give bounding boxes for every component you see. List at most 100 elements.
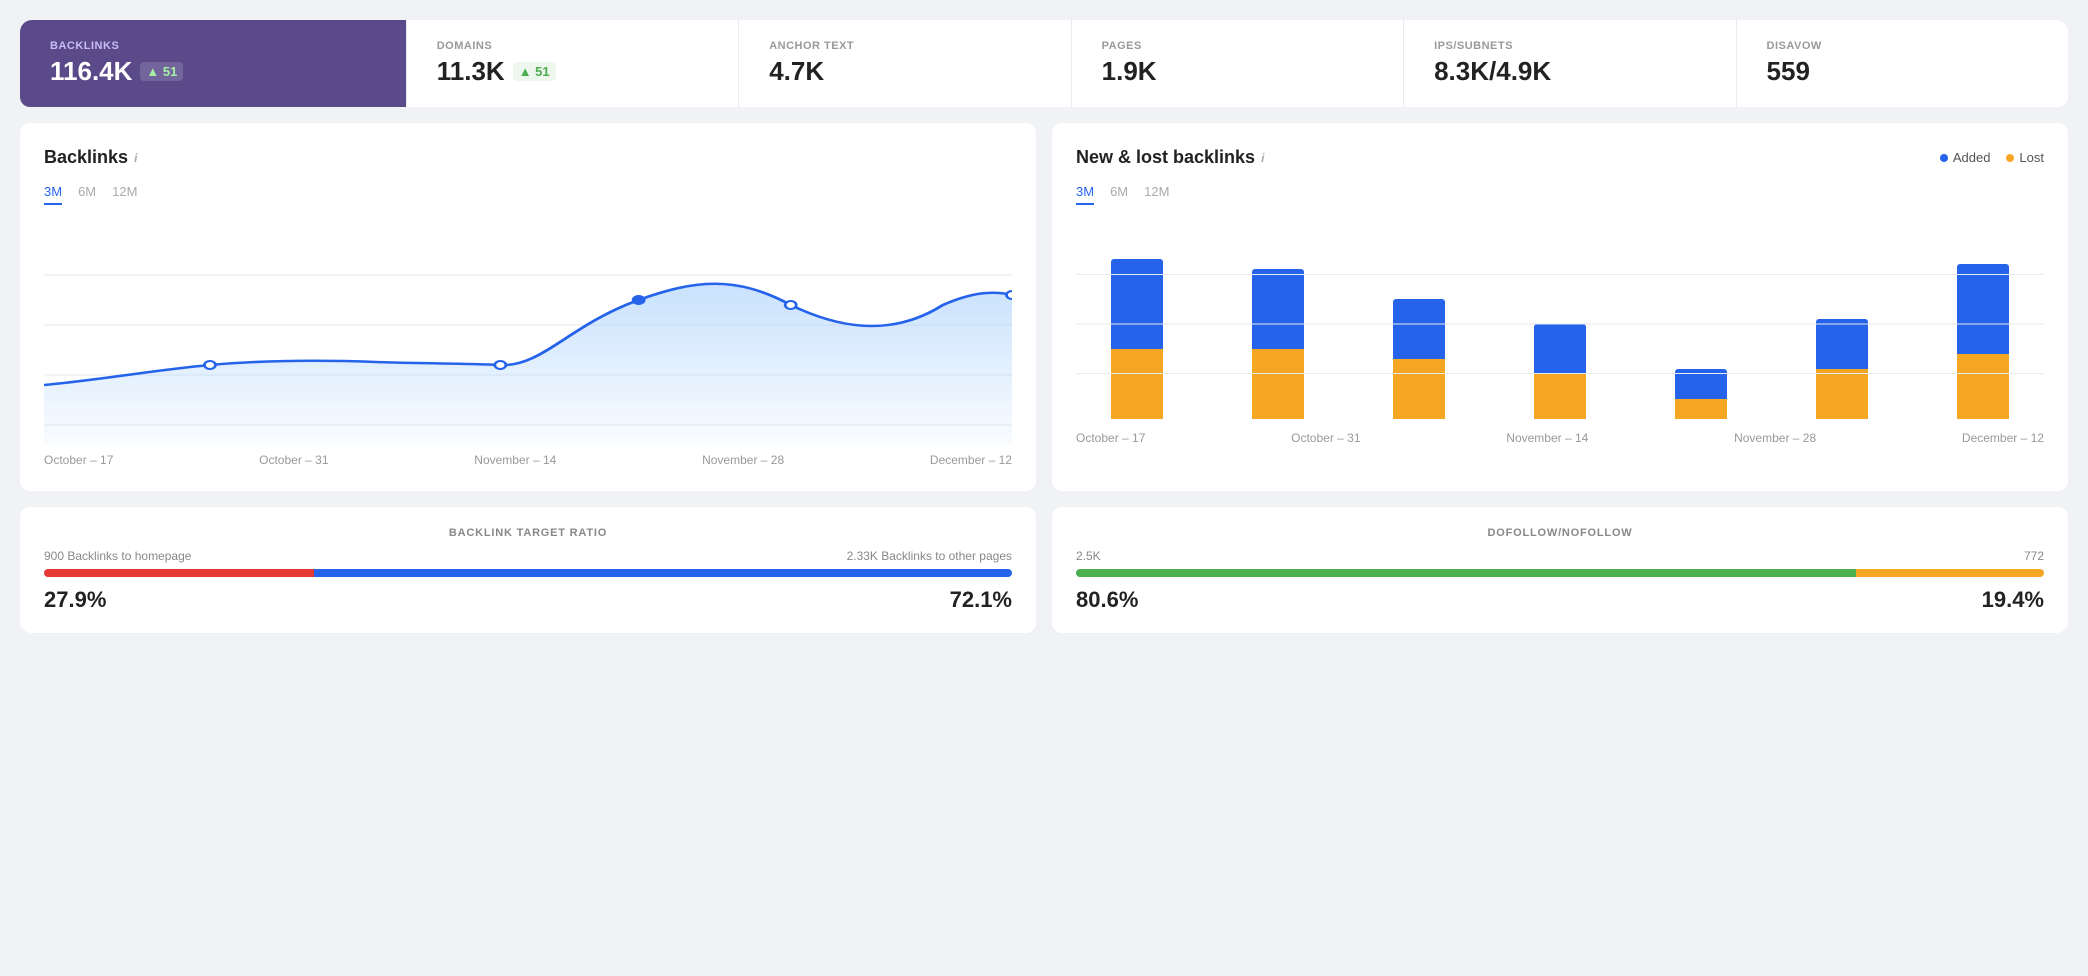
new-lost-chart-title: New & lost backlinks i: [1076, 147, 1264, 168]
legend-dot-added: [1940, 154, 1948, 162]
bar-stacked-5: [1675, 369, 1727, 419]
stat-label-anchor: ANCHOR TEXT: [769, 40, 1040, 52]
bottom-row: BACKLINK TARGET RATIO 900 Backlinks to h…: [20, 507, 2068, 633]
stat-label-domains: DOMAINS: [437, 40, 708, 52]
dashboard: BACKLINKS 116.4K ▲ 51 DOMAINS 11.3K ▲ 51…: [20, 20, 2068, 633]
bar-chart-container: October – 17 October – 31 November – 14 …: [1076, 225, 2044, 445]
bar-x-label-5: December – 12: [1962, 431, 2044, 445]
bar-stacked-7: [1957, 264, 2009, 419]
new-lost-time-tabs: 3M 6M 12M: [1076, 184, 2044, 205]
tab-12m-new-lost[interactable]: 12M: [1144, 184, 1169, 205]
stat-badge-backlinks: ▲ 51: [140, 62, 183, 81]
legend-label-lost: Lost: [2019, 150, 2044, 165]
bar-yellow-6: [1816, 369, 1868, 419]
dofollow-right-value: 19.4%: [1982, 587, 2044, 613]
dofollow-title: DOFOLLOW/NOFOLLOW: [1076, 527, 2044, 539]
bar-group-3: [1358, 299, 1481, 419]
stat-value-ips: 8.3K/4.9K: [1434, 56, 1705, 87]
stat-badge-domains: ▲ 51: [513, 62, 556, 81]
bar-yellow-4: [1534, 374, 1586, 419]
new-lost-info-icon[interactable]: i: [1261, 151, 1264, 165]
stat-ips: IPS/SUBNETS 8.3K/4.9K: [1404, 20, 1736, 107]
dofollow-bar: [1076, 569, 2044, 577]
dofollow-green-segment: [1076, 569, 1856, 577]
bar-blue-3: [1393, 299, 1445, 359]
dofollow-right-label: 772: [2024, 549, 2044, 563]
backlinks-chart-header: Backlinks i: [44, 147, 1012, 168]
dofollow-labels: 2.5K 772: [1076, 549, 2044, 563]
x-label-1: October – 17: [44, 453, 113, 467]
tab-12m-backlinks[interactable]: 12M: [112, 184, 137, 205]
line-chart-x-labels: October – 17 October – 31 November – 14 …: [44, 453, 1012, 467]
bar-blue-4: [1534, 324, 1586, 374]
bar-stacked-6: [1816, 319, 1868, 419]
stat-value-anchor: 4.7K: [769, 56, 1040, 87]
backlinks-chart-card: Backlinks i 3M 6M 12M: [20, 123, 1036, 491]
tab-3m-new-lost[interactable]: 3M: [1076, 184, 1094, 205]
backlinks-time-tabs: 3M 6M 12M: [44, 184, 1012, 205]
bar-yellow-1: [1111, 349, 1163, 419]
bar-blue-5: [1675, 369, 1727, 399]
ratio-left-label: 900 Backlinks to homepage: [44, 549, 191, 563]
bar-group-2: [1217, 269, 1340, 419]
bar-yellow-5: [1675, 399, 1727, 419]
backlinks-chart-title: Backlinks i: [44, 147, 137, 168]
backlink-ratio-values: 27.9% 72.1%: [44, 587, 1012, 613]
stat-label-pages: PAGES: [1102, 40, 1373, 52]
ratio-right-label: 2.33K Backlinks to other pages: [847, 549, 1012, 563]
data-point-peak: [632, 295, 646, 305]
bar-x-label-4: November – 28: [1734, 431, 1816, 445]
bar-stacked-2: [1252, 269, 1304, 419]
bar-group-7: [1921, 264, 2044, 419]
bar-blue-1: [1111, 259, 1163, 349]
x-label-3: November – 14: [474, 453, 556, 467]
bar-group-1: [1076, 259, 1199, 419]
ratio-left-value: 27.9%: [44, 587, 106, 613]
stat-label-disavow: DISAVOW: [1767, 40, 2038, 52]
area-fill: [44, 284, 1012, 445]
x-label-4: November – 28: [702, 453, 784, 467]
bar-yellow-3: [1393, 359, 1445, 419]
backlink-ratio-bar: [44, 569, 1012, 577]
backlink-ratio-card: BACKLINK TARGET RATIO 900 Backlinks to h…: [20, 507, 1036, 633]
bar-x-label-2: October – 31: [1291, 431, 1360, 445]
stat-label-backlinks: BACKLINKS: [50, 40, 376, 52]
stat-value-disavow: 559: [1767, 56, 2038, 87]
tab-6m-new-lost[interactable]: 6M: [1110, 184, 1128, 205]
dofollow-left-value: 80.6%: [1076, 587, 1138, 613]
stat-value-backlinks: 116.4K ▲ 51: [50, 56, 376, 87]
bar-blue-6: [1816, 319, 1868, 369]
legend: Added Lost: [1940, 150, 2044, 165]
tab-3m-backlinks[interactable]: 3M: [44, 184, 62, 205]
stat-anchor-text: ANCHOR TEXT 4.7K: [739, 20, 1071, 107]
new-lost-chart-card: New & lost backlinks i Added Lost 3M 6M: [1052, 123, 2068, 491]
tab-6m-backlinks[interactable]: 6M: [78, 184, 96, 205]
backlinks-info-icon[interactable]: i: [134, 151, 137, 165]
bar-chart-x-labels: October – 17 October – 31 November – 14 …: [1076, 431, 2044, 445]
dofollow-values: 80.6% 19.4%: [1076, 587, 2044, 613]
data-point: [204, 361, 215, 369]
line-chart-container: [44, 225, 1012, 445]
bar-group-5: [1639, 369, 1762, 419]
stat-pages: PAGES 1.9K: [1072, 20, 1404, 107]
stat-label-ips: IPS/SUBNETS: [1434, 40, 1705, 52]
stat-disavow: DISAVOW 559: [1737, 20, 2068, 107]
new-lost-chart-header: New & lost backlinks i Added Lost: [1076, 147, 2044, 168]
dofollow-left-label: 2.5K: [1076, 549, 1101, 563]
ratio-blue-segment: [314, 569, 1012, 577]
data-point: [495, 361, 506, 369]
backlink-ratio-labels: 900 Backlinks to homepage 2.33K Backlink…: [44, 549, 1012, 563]
dofollow-orange-segment: [1856, 569, 2044, 577]
legend-label-added: Added: [1953, 150, 1991, 165]
ratio-red-segment: [44, 569, 314, 577]
data-point: [1006, 291, 1012, 299]
bar-yellow-2: [1252, 349, 1304, 419]
bar-blue-7: [1957, 264, 2009, 354]
bar-stacked-4: [1534, 324, 1586, 419]
x-label-2: October – 31: [259, 453, 328, 467]
bar-stacked-1: [1111, 259, 1163, 419]
ratio-right-value: 72.1%: [950, 587, 1012, 613]
line-chart-svg: [44, 225, 1012, 445]
bar-stacked-3: [1393, 299, 1445, 419]
stat-backlinks: BACKLINKS 116.4K ▲ 51: [20, 20, 407, 107]
